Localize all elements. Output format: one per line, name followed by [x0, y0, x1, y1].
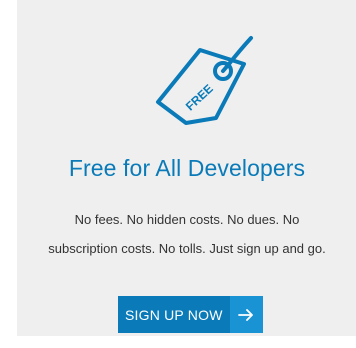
price-tag-icon: FREE — [140, 30, 256, 126]
arrow-right-icon — [229, 296, 263, 333]
description-line-1: No fees. No hidden costs. No dues. No — [74, 212, 300, 227]
sign-up-button[interactable]: SIGN UP NOW — [118, 296, 263, 333]
page-title: Free for All Developers — [68, 155, 306, 181]
description-line-2: subscription costs. No tolls. Just sign … — [48, 241, 326, 256]
description: No fees. No hidden costs. No dues. No su… — [17, 205, 356, 263]
sign-up-button-label: SIGN UP NOW — [118, 296, 230, 333]
promo-card: FREE Free for All Developers No fees. No… — [17, 0, 356, 336]
tag-text: FREE — [183, 81, 216, 113]
